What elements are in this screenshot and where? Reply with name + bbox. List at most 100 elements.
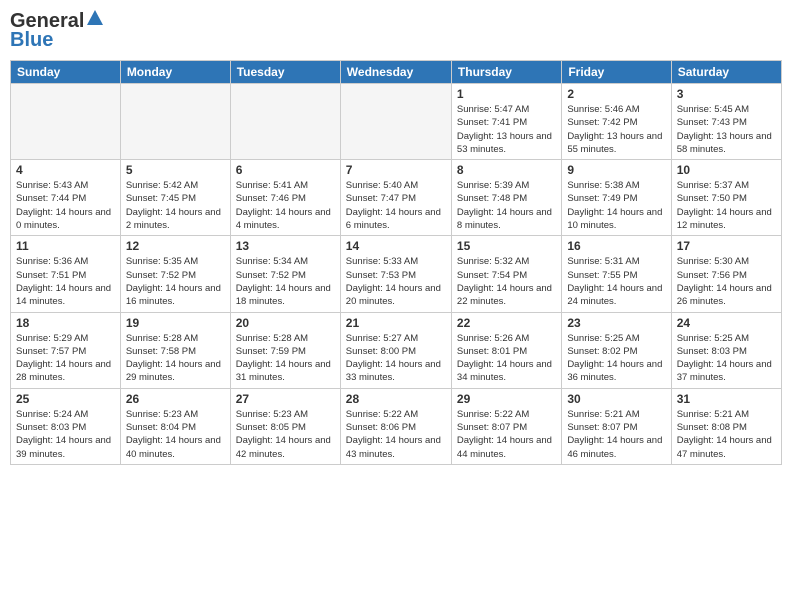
calendar-header-row: Sunday Monday Tuesday Wednesday Thursday… bbox=[11, 61, 782, 84]
day-number: 7 bbox=[346, 163, 446, 177]
day-info: Sunrise: 5:32 AM Sunset: 7:54 PM Dayligh… bbox=[457, 255, 556, 308]
sunrise-label: Sunrise: 5:39 AM bbox=[457, 180, 529, 191]
sunrise-label: Sunrise: 5:24 AM bbox=[16, 409, 88, 420]
sunrise-label: Sunrise: 5:25 AM bbox=[567, 333, 639, 344]
day-number: 28 bbox=[346, 392, 446, 406]
header: General Blue bbox=[10, 10, 782, 52]
day-info: Sunrise: 5:37 AM Sunset: 7:50 PM Dayligh… bbox=[677, 179, 776, 232]
day-number: 1 bbox=[457, 87, 556, 101]
day-info: Sunrise: 5:36 AM Sunset: 7:51 PM Dayligh… bbox=[16, 255, 115, 308]
sunrise-label: Sunrise: 5:42 AM bbox=[126, 180, 198, 191]
day-cell-empty bbox=[120, 84, 230, 160]
day-number: 15 bbox=[457, 239, 556, 253]
day-number: 22 bbox=[457, 316, 556, 330]
sunset-label: Sunset: 8:07 PM bbox=[567, 422, 637, 433]
day-cell-5: 5 Sunrise: 5:42 AM Sunset: 7:45 PM Dayli… bbox=[120, 160, 230, 236]
day-number: 11 bbox=[16, 239, 115, 253]
sunrise-label: Sunrise: 5:46 AM bbox=[567, 104, 639, 115]
daylight-label: Daylight: 13 hours and 55 minutes. bbox=[567, 131, 662, 155]
day-number: 2 bbox=[567, 87, 665, 101]
sunrise-label: Sunrise: 5:23 AM bbox=[126, 409, 198, 420]
sunset-label: Sunset: 7:46 PM bbox=[236, 193, 306, 204]
daylight-label: Daylight: 14 hours and 47 minutes. bbox=[677, 435, 772, 459]
col-tuesday: Tuesday bbox=[230, 61, 340, 84]
daylight-label: Daylight: 14 hours and 36 minutes. bbox=[567, 359, 662, 383]
day-cell-14: 14 Sunrise: 5:33 AM Sunset: 7:53 PM Dayl… bbox=[340, 236, 451, 312]
daylight-label: Daylight: 14 hours and 46 minutes. bbox=[567, 435, 662, 459]
daylight-label: Daylight: 14 hours and 22 minutes. bbox=[457, 283, 552, 307]
sunset-label: Sunset: 7:59 PM bbox=[236, 346, 306, 357]
sunrise-label: Sunrise: 5:37 AM bbox=[677, 180, 749, 191]
day-number: 13 bbox=[236, 239, 335, 253]
day-cell-18: 18 Sunrise: 5:29 AM Sunset: 7:57 PM Dayl… bbox=[11, 312, 121, 388]
sunset-label: Sunset: 8:06 PM bbox=[346, 422, 416, 433]
week-row-3: 11 Sunrise: 5:36 AM Sunset: 7:51 PM Dayl… bbox=[11, 236, 782, 312]
day-info: Sunrise: 5:27 AM Sunset: 8:00 PM Dayligh… bbox=[346, 332, 446, 385]
sunset-label: Sunset: 7:54 PM bbox=[457, 270, 527, 281]
day-cell-17: 17 Sunrise: 5:30 AM Sunset: 7:56 PM Dayl… bbox=[671, 236, 781, 312]
day-info: Sunrise: 5:40 AM Sunset: 7:47 PM Dayligh… bbox=[346, 179, 446, 232]
day-info: Sunrise: 5:25 AM Sunset: 8:02 PM Dayligh… bbox=[567, 332, 665, 385]
sunset-label: Sunset: 7:50 PM bbox=[677, 193, 747, 204]
daylight-label: Daylight: 14 hours and 26 minutes. bbox=[677, 283, 772, 307]
day-cell-6: 6 Sunrise: 5:41 AM Sunset: 7:46 PM Dayli… bbox=[230, 160, 340, 236]
day-number: 20 bbox=[236, 316, 335, 330]
day-info: Sunrise: 5:34 AM Sunset: 7:52 PM Dayligh… bbox=[236, 255, 335, 308]
day-number: 8 bbox=[457, 163, 556, 177]
day-cell-30: 30 Sunrise: 5:21 AM Sunset: 8:07 PM Dayl… bbox=[562, 388, 671, 464]
day-number: 12 bbox=[126, 239, 225, 253]
sunrise-label: Sunrise: 5:29 AM bbox=[16, 333, 88, 344]
day-info: Sunrise: 5:25 AM Sunset: 8:03 PM Dayligh… bbox=[677, 332, 776, 385]
day-number: 29 bbox=[457, 392, 556, 406]
week-row-2: 4 Sunrise: 5:43 AM Sunset: 7:44 PM Dayli… bbox=[11, 160, 782, 236]
col-sunday: Sunday bbox=[11, 61, 121, 84]
daylight-label: Daylight: 14 hours and 33 minutes. bbox=[346, 359, 441, 383]
day-number: 21 bbox=[346, 316, 446, 330]
sunrise-label: Sunrise: 5:43 AM bbox=[16, 180, 88, 191]
logo: General Blue bbox=[10, 10, 104, 52]
daylight-label: Daylight: 14 hours and 0 minutes. bbox=[16, 207, 111, 231]
sunset-label: Sunset: 8:08 PM bbox=[677, 422, 747, 433]
day-number: 6 bbox=[236, 163, 335, 177]
day-number: 9 bbox=[567, 163, 665, 177]
daylight-label: Daylight: 14 hours and 37 minutes. bbox=[677, 359, 772, 383]
day-number: 30 bbox=[567, 392, 665, 406]
sunrise-label: Sunrise: 5:21 AM bbox=[567, 409, 639, 420]
sunset-label: Sunset: 7:58 PM bbox=[126, 346, 196, 357]
sunrise-label: Sunrise: 5:22 AM bbox=[457, 409, 529, 420]
calendar: Sunday Monday Tuesday Wednesday Thursday… bbox=[10, 60, 782, 465]
sunrise-label: Sunrise: 5:34 AM bbox=[236, 256, 308, 267]
sunset-label: Sunset: 7:56 PM bbox=[677, 270, 747, 281]
sunrise-label: Sunrise: 5:23 AM bbox=[236, 409, 308, 420]
day-cell-22: 22 Sunrise: 5:26 AM Sunset: 8:01 PM Dayl… bbox=[451, 312, 561, 388]
day-cell-10: 10 Sunrise: 5:37 AM Sunset: 7:50 PM Dayl… bbox=[671, 160, 781, 236]
day-number: 19 bbox=[126, 316, 225, 330]
sunrise-label: Sunrise: 5:40 AM bbox=[346, 180, 418, 191]
sunset-label: Sunset: 7:42 PM bbox=[567, 117, 637, 128]
day-cell-3: 3 Sunrise: 5:45 AM Sunset: 7:43 PM Dayli… bbox=[671, 84, 781, 160]
daylight-label: Daylight: 14 hours and 24 minutes. bbox=[567, 283, 662, 307]
daylight-label: Daylight: 14 hours and 42 minutes. bbox=[236, 435, 331, 459]
daylight-label: Daylight: 14 hours and 28 minutes. bbox=[16, 359, 111, 383]
day-cell-1: 1 Sunrise: 5:47 AM Sunset: 7:41 PM Dayli… bbox=[451, 84, 561, 160]
sunset-label: Sunset: 7:48 PM bbox=[457, 193, 527, 204]
daylight-label: Daylight: 14 hours and 20 minutes. bbox=[346, 283, 441, 307]
daylight-label: Daylight: 14 hours and 31 minutes. bbox=[236, 359, 331, 383]
day-cell-empty bbox=[340, 84, 451, 160]
sunrise-label: Sunrise: 5:31 AM bbox=[567, 256, 639, 267]
sunrise-label: Sunrise: 5:32 AM bbox=[457, 256, 529, 267]
day-info: Sunrise: 5:42 AM Sunset: 7:45 PM Dayligh… bbox=[126, 179, 225, 232]
day-info: Sunrise: 5:46 AM Sunset: 7:42 PM Dayligh… bbox=[567, 103, 665, 156]
day-cell-empty bbox=[11, 84, 121, 160]
day-cell-8: 8 Sunrise: 5:39 AM Sunset: 7:48 PM Dayli… bbox=[451, 160, 561, 236]
day-info: Sunrise: 5:23 AM Sunset: 8:04 PM Dayligh… bbox=[126, 408, 225, 461]
day-info: Sunrise: 5:29 AM Sunset: 7:57 PM Dayligh… bbox=[16, 332, 115, 385]
daylight-label: Daylight: 13 hours and 53 minutes. bbox=[457, 131, 552, 155]
logo-icon bbox=[86, 9, 104, 27]
sunset-label: Sunset: 8:02 PM bbox=[567, 346, 637, 357]
sunrise-label: Sunrise: 5:36 AM bbox=[16, 256, 88, 267]
sunset-label: Sunset: 8:01 PM bbox=[457, 346, 527, 357]
sunset-label: Sunset: 8:03 PM bbox=[16, 422, 86, 433]
week-row-4: 18 Sunrise: 5:29 AM Sunset: 7:57 PM Dayl… bbox=[11, 312, 782, 388]
week-row-5: 25 Sunrise: 5:24 AM Sunset: 8:03 PM Dayl… bbox=[11, 388, 782, 464]
